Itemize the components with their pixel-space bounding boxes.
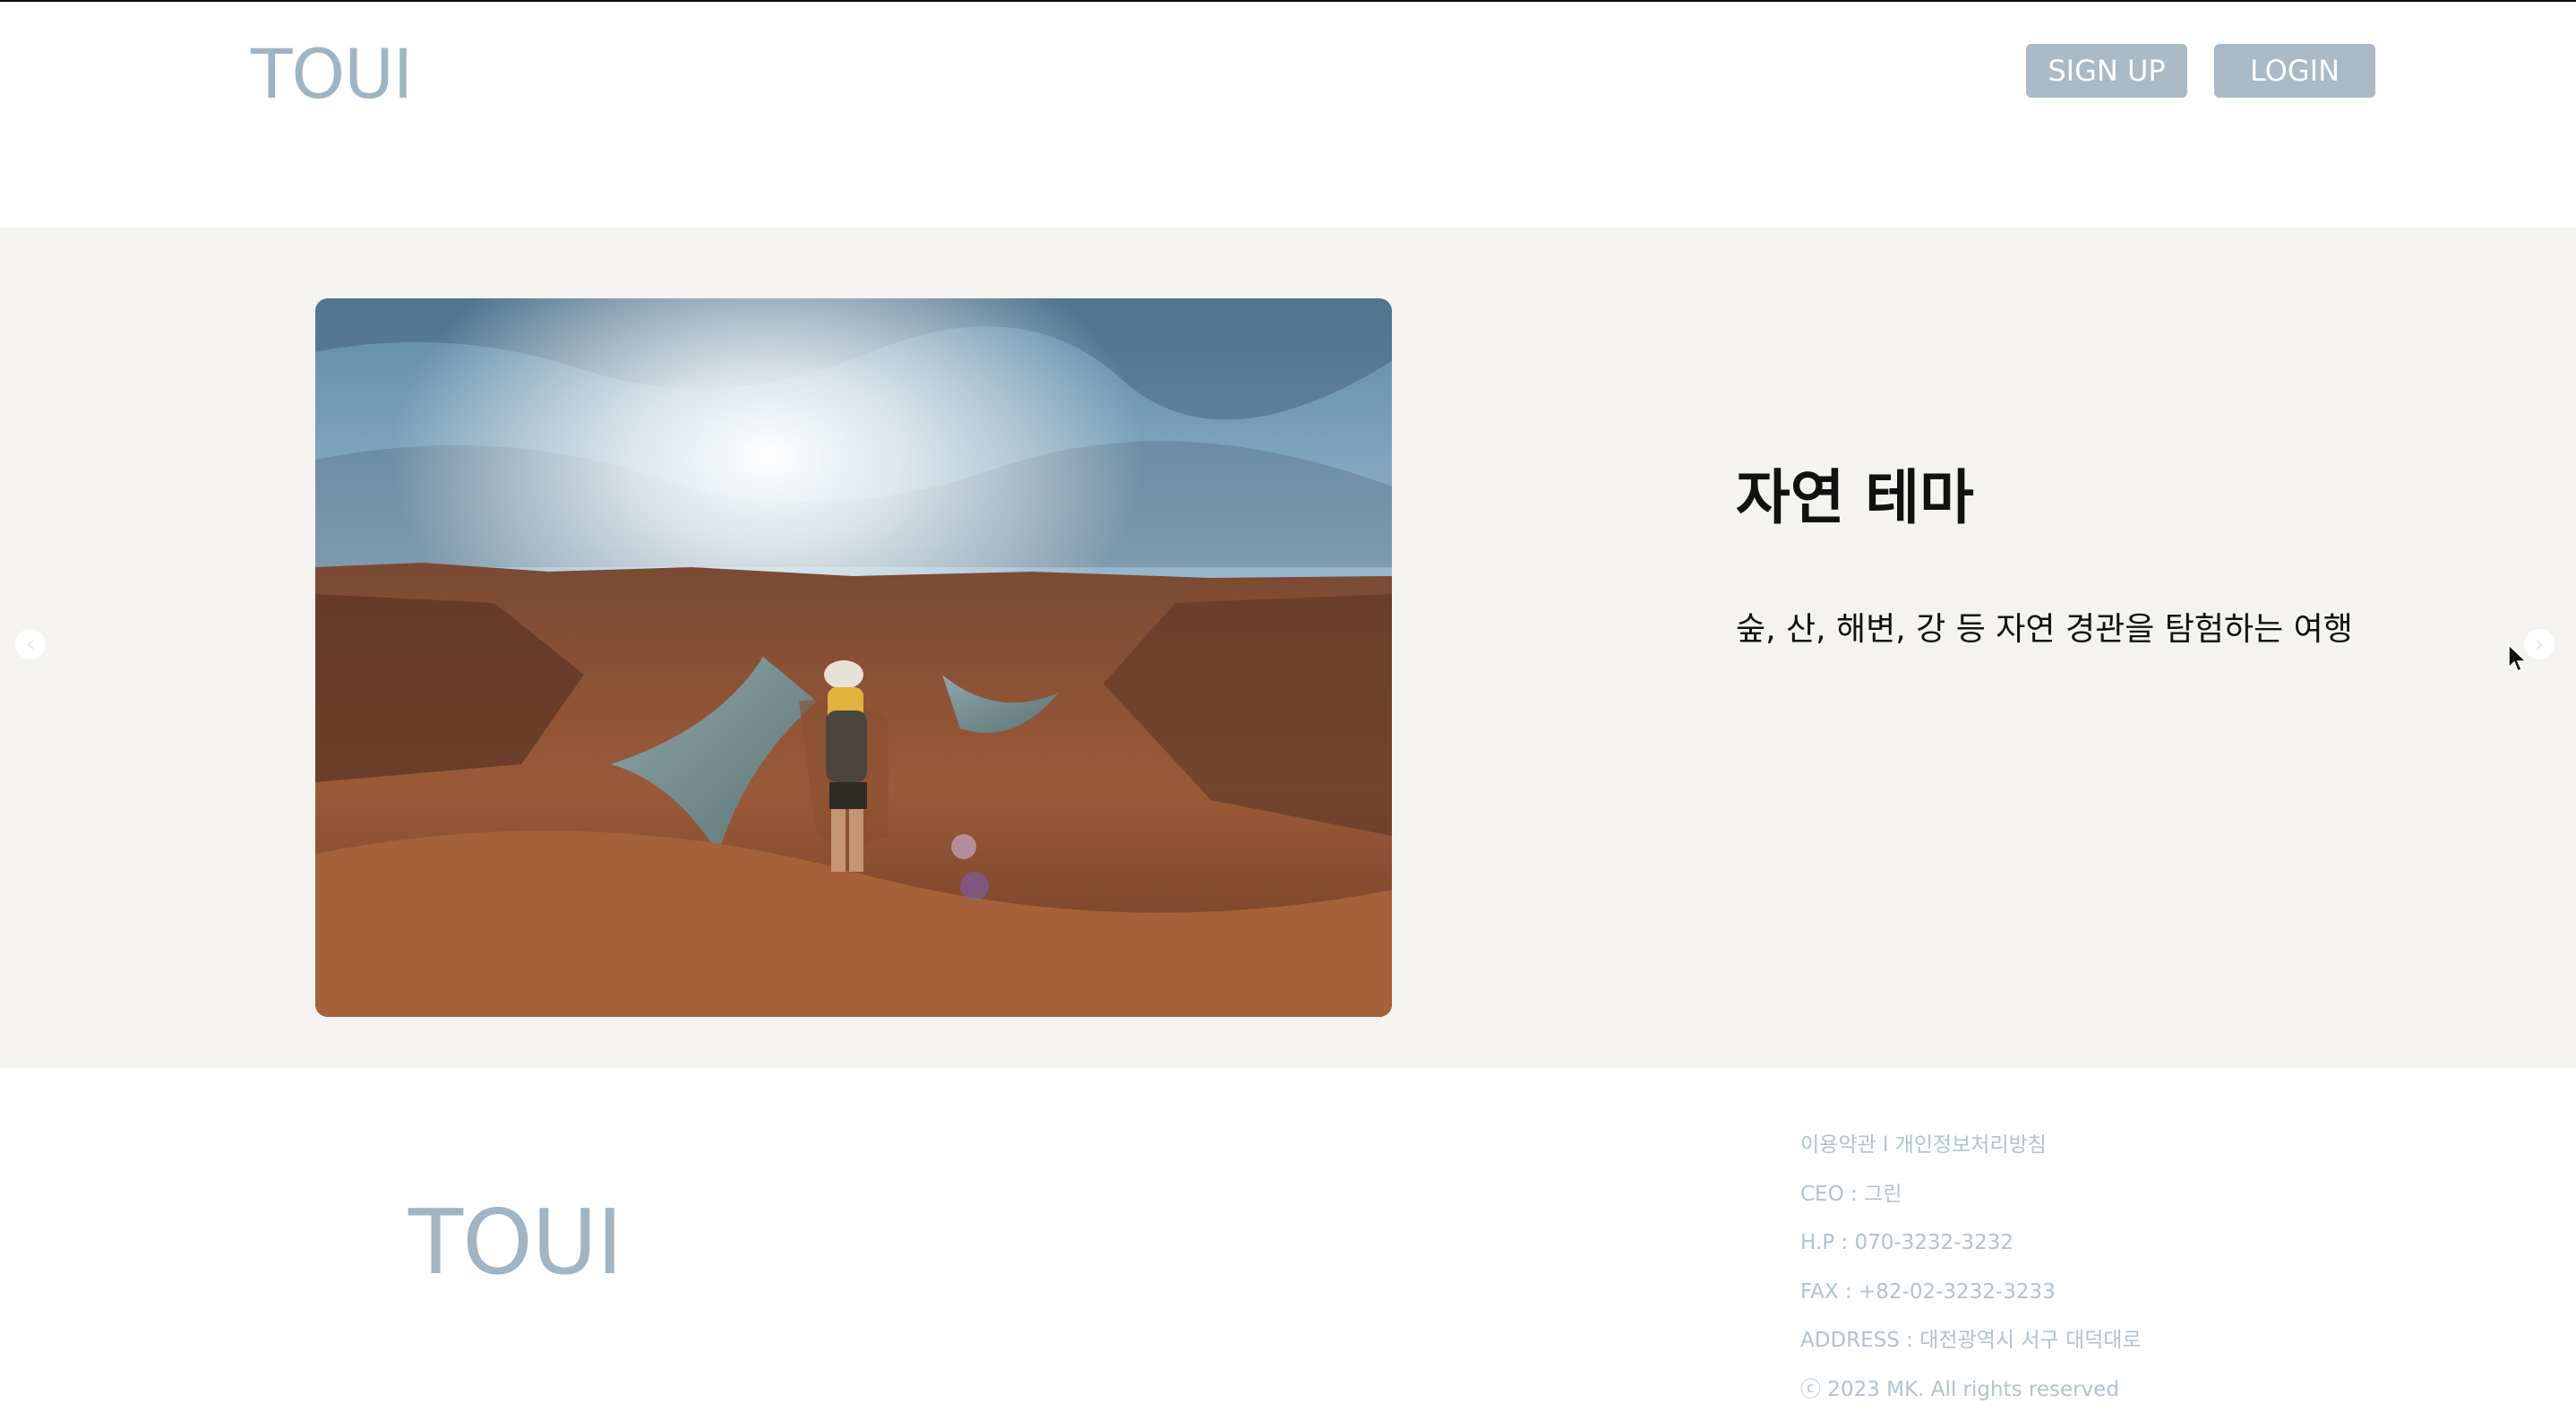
footer-ceo: CEO : 그린 <box>1800 1182 1902 1206</box>
footer-phone: H.P : 070-3232-3232 <box>1800 1231 2014 1255</box>
theme-description: 숲, 산, 해변, 강 등 자연 경관을 탐험하는 여행 <box>1736 611 2353 648</box>
hero-carousel: 자연 테마 숲, 산, 해변, 강 등 자연 경관을 탐험하는 여행 ‹ › <box>0 228 2576 1068</box>
mouse-pointer-icon <box>2508 643 2528 676</box>
hero-image <box>315 298 1392 1017</box>
site-header: TOUI SIGN UP LOGIN <box>0 2 2576 228</box>
footer-logo: TOUI <box>408 1190 623 1295</box>
chevron-right-icon[interactable]: › <box>2524 629 2555 659</box>
site-logo[interactable]: TOUI <box>251 34 413 115</box>
theme-title: 자연 테마 <box>1736 463 1974 532</box>
terms-link[interactable]: 이용약관 <box>1800 1133 1876 1157</box>
footer-fax: FAX : +82-02-3232-3233 <box>1800 1279 2056 1304</box>
footer-copyright: ⓒ 2023 MK. All rights reserved <box>1800 1377 2119 1401</box>
footer-links: 이용약관 l 개인정보처리방침 <box>1800 1127 2142 1176</box>
footer-separator: l <box>1876 1133 1895 1157</box>
footer-info: 이용약관 l 개인정보처리방침 CEO : 그린 H.P : 070-3232-… <box>1800 1127 2142 1421</box>
login-button[interactable]: LOGIN <box>2214 44 2375 98</box>
site-footer: TOUI 이용약관 l 개인정보처리방침 CEO : 그린 H.P : 070-… <box>0 1068 2576 1401</box>
privacy-link[interactable]: 개인정보처리방침 <box>1895 1133 2047 1157</box>
chevron-left-icon[interactable]: ‹ <box>15 629 46 659</box>
footer-address: ADDRESS : 대전광역시 서구 대덕대로 <box>1800 1329 2142 1353</box>
signup-button[interactable]: SIGN UP <box>2026 44 2187 98</box>
